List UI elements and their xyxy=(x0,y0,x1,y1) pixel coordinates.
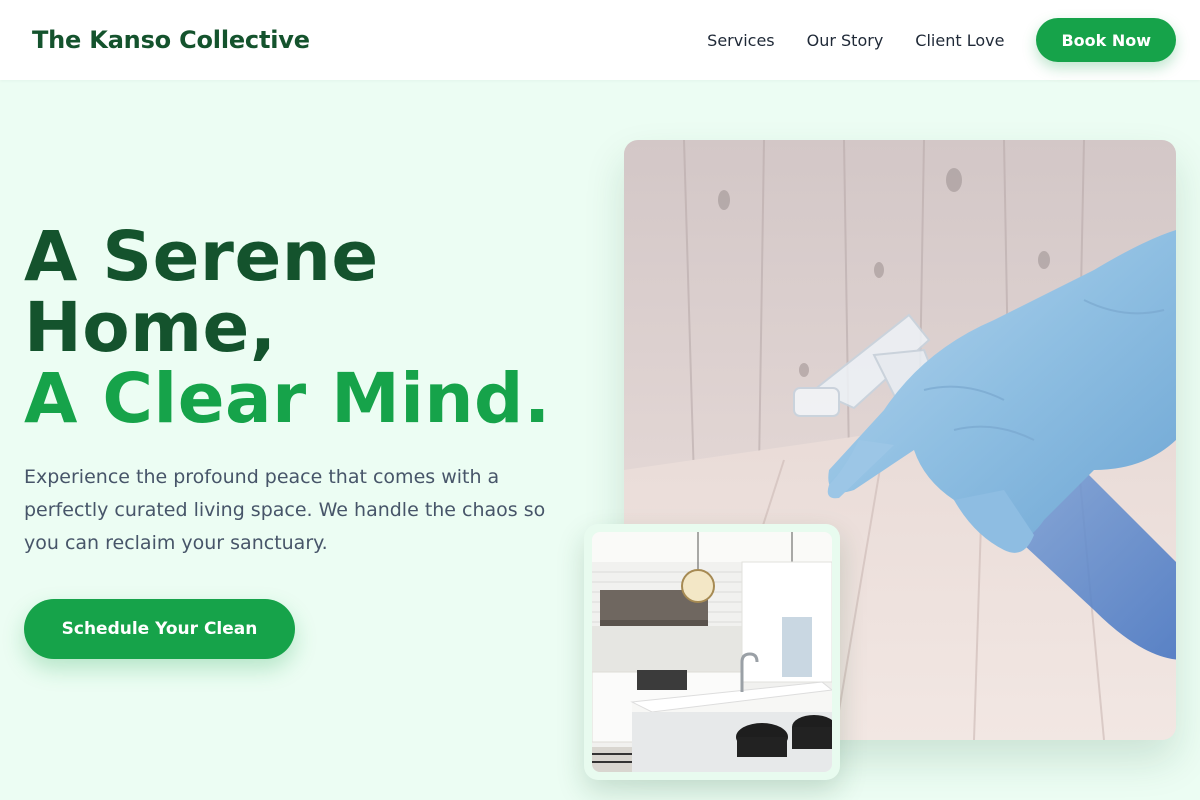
book-now-button[interactable]: Book Now xyxy=(1036,18,1176,62)
main-nav: Services Our Story Client Love Book Now xyxy=(707,18,1176,62)
hero-subtitle: Experience the profound peace that comes… xyxy=(24,466,546,554)
site-header: The Kanso Collective Services Our Story … xyxy=(0,0,1200,80)
inset-kitchen-image xyxy=(592,532,832,772)
brand-logo[interactable]: The Kanso Collective xyxy=(32,26,310,54)
inset-image-frame xyxy=(584,524,840,780)
nav-link-client-love[interactable]: Client Love xyxy=(915,31,1004,50)
nav-link-services[interactable]: Services xyxy=(707,31,774,50)
hero-headline: A Serene Home, A Clear Mind. xyxy=(24,222,551,435)
schedule-clean-button[interactable]: Schedule Your Clean xyxy=(24,599,295,659)
headline-line-2: Home, xyxy=(24,288,277,368)
headline-line-1: A Serene xyxy=(24,217,379,297)
nav-link-our-story[interactable]: Our Story xyxy=(807,31,884,50)
headline-line-3: A Clear Mind. xyxy=(24,359,551,439)
